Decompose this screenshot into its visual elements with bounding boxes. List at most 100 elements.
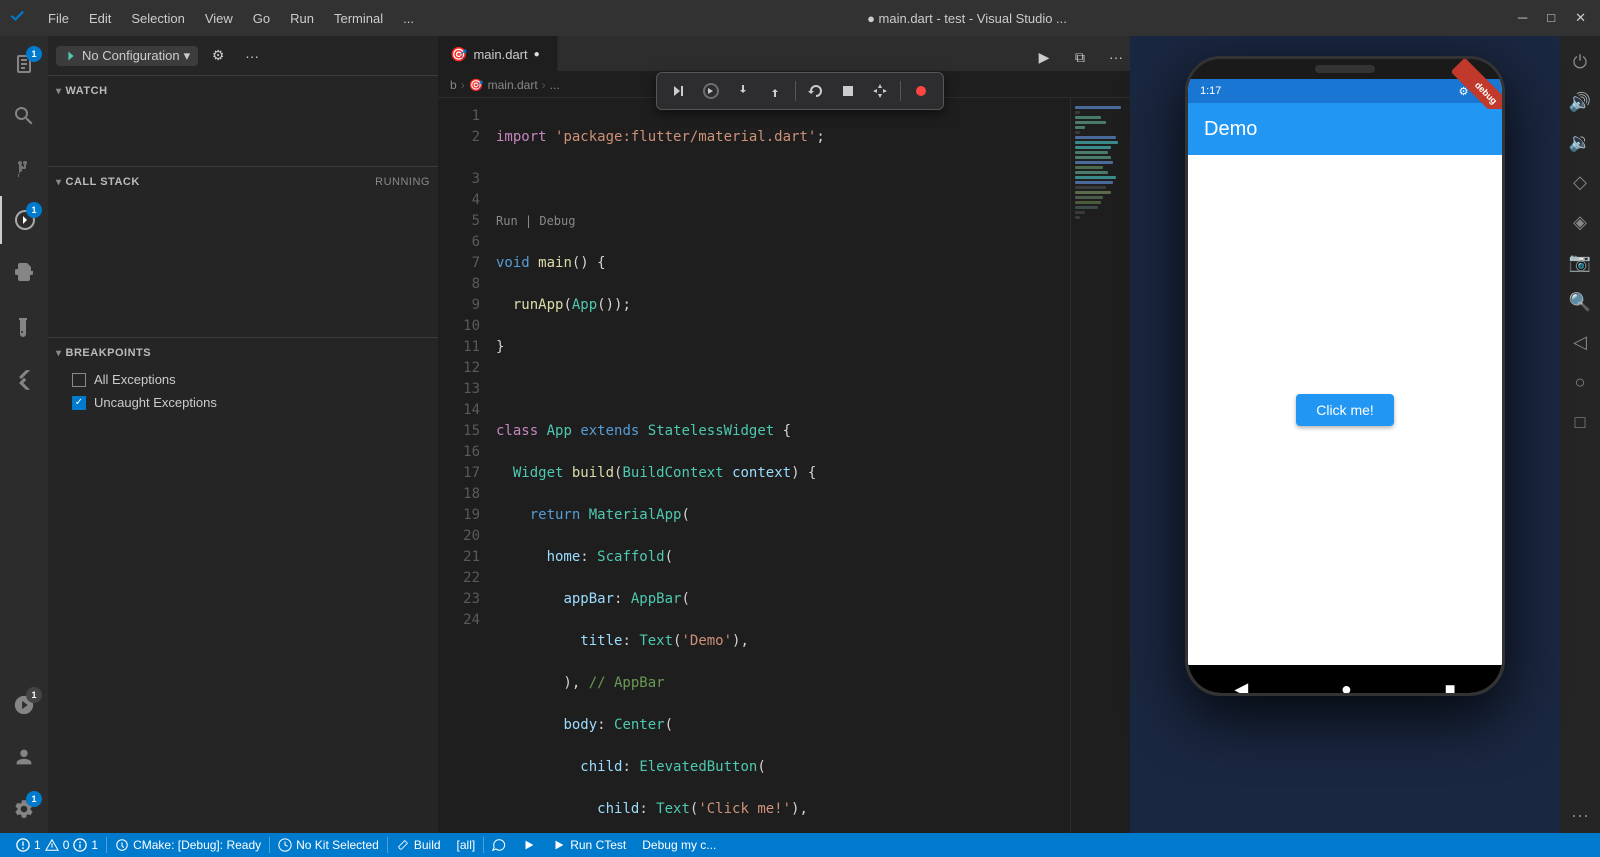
code-line-3: void main() { <box>488 253 1070 274</box>
square-icon[interactable]: □ <box>1562 404 1598 440</box>
step-out-btn[interactable] <box>761 77 789 105</box>
debug-config-selector[interactable]: No Configuration ▾ <box>56 46 198 66</box>
power-icon[interactable]: ⏻ <box>1562 44 1598 80</box>
watch-label: WATCH <box>66 85 108 97</box>
menu-edit[interactable]: Edit <box>81 7 119 30</box>
build-text: Build <box>414 838 441 852</box>
editor-more-btn[interactable]: ··· <box>1102 43 1130 71</box>
remote-icon[interactable]: 1 <box>0 681 48 729</box>
flutter-icon[interactable] <box>0 356 48 404</box>
device-app-bar: Demo <box>1188 103 1502 155</box>
watch-content <box>48 106 438 166</box>
menu-more[interactable]: ... <box>395 7 422 30</box>
info-text: 1 <box>91 838 98 852</box>
no-kit-item[interactable]: No Kit Selected <box>270 833 387 857</box>
zoom-icon[interactable]: 🔍 <box>1562 284 1598 320</box>
run-debug-activity-icon[interactable]: 1 <box>0 196 48 244</box>
dart-icon: 🎯 <box>450 46 467 63</box>
testing-icon[interactable] <box>0 304 48 352</box>
callstack-header[interactable]: ▾ CALL STACK RUNNING <box>48 167 438 197</box>
callstack-label: CALL STACK <box>66 176 140 188</box>
breakpoints-chevron: ▾ <box>56 348 62 359</box>
run-debug-link[interactable]: Run | Debug <box>488 211 1070 232</box>
code-line-16: child: Text('Click me!'), <box>488 799 1070 820</box>
code-line-5: } <box>488 337 1070 358</box>
breakpoints-header[interactable]: ▾ BREAKPOINTS <box>48 338 438 368</box>
stop-btn[interactable] <box>834 77 862 105</box>
menu-go[interactable]: Go <box>245 7 278 30</box>
menu-terminal[interactable]: Terminal <box>326 7 391 30</box>
explorer-icon[interactable]: 1 <box>0 40 48 88</box>
breakpoint-uncaught-exceptions[interactable]: ✓ Uncaught Exceptions <box>48 391 438 414</box>
callstack-chevron: ▾ <box>56 177 62 188</box>
device-body: Click me! <box>1188 155 1502 665</box>
minimize-btn[interactable]: ─ <box>1512 10 1533 26</box>
main-dart-tab[interactable]: 🎯 main.dart ● <box>438 36 558 71</box>
code-line-6 <box>488 379 1070 400</box>
settings-icon[interactable]: 1 <box>0 785 48 833</box>
run-play-item[interactable] <box>514 833 544 857</box>
device-phone: 1:17 ⚙ ◉ ▪ debug Demo C <box>1185 56 1505 696</box>
debug-more-btn[interactable]: ··· <box>238 42 266 70</box>
more-icon[interactable]: ··· <box>1562 797 1598 833</box>
tab-actions: ▶ ⧉ ··· <box>1030 43 1130 71</box>
tab-label: main.dart <box>473 47 527 62</box>
continue-btn[interactable] <box>665 77 693 105</box>
breadcrumb-root[interactable]: b <box>450 78 457 92</box>
hot-reload-btn[interactable] <box>866 77 894 105</box>
maximize-btn[interactable]: □ <box>1541 10 1561 26</box>
menu-run[interactable]: Run <box>282 7 322 30</box>
sidebar: No Configuration ▾ ⚙ ··· ▾ WATCH ▾ CALL … <box>48 36 438 833</box>
cmake-tools-item[interactable] <box>484 833 514 857</box>
eraser-icon[interactable]: ◈ <box>1562 204 1598 240</box>
tab-bar: 🎯 main.dart ● ▶ ⧉ ··· <box>438 36 1130 72</box>
extensions-icon[interactable] <box>0 248 48 296</box>
code-line-14: body: Center( <box>488 715 1070 736</box>
device-click-button[interactable]: Click me! <box>1296 394 1394 426</box>
run-editor-btn[interactable]: ▶ <box>1030 43 1058 71</box>
search-icon[interactable] <box>0 92 48 140</box>
account-icon[interactable] <box>0 733 48 781</box>
back-icon[interactable]: ◁ <box>1562 324 1598 360</box>
code-line-1: import 'package:flutter/material.dart'; <box>488 127 1070 148</box>
all-exceptions-checkbox[interactable] <box>72 373 86 387</box>
uncaught-exceptions-label: Uncaught Exceptions <box>94 395 217 410</box>
nav-recent-icon[interactable]: ■ <box>1445 679 1456 697</box>
all-label-item[interactable]: [all] <box>449 833 484 857</box>
watch-section: ▾ WATCH <box>48 76 438 167</box>
menu-bar: File Edit Selection View Go Run Terminal… <box>40 7 422 30</box>
code-content[interactable]: import 'package:flutter/material.dart'; … <box>488 98 1070 833</box>
window-title: ● main.dart - test - Visual Studio ... <box>434 11 1500 26</box>
restart-btn[interactable] <box>802 77 830 105</box>
breadcrumb-file[interactable]: main.dart <box>488 78 538 92</box>
step-into-btn[interactable] <box>729 77 757 105</box>
breakpoint-all-exceptions[interactable]: All Exceptions <box>48 368 438 391</box>
menu-selection[interactable]: Selection <box>123 7 192 30</box>
menu-file[interactable]: File <box>40 7 77 30</box>
step-over-btn[interactable] <box>697 77 725 105</box>
shape-icon[interactable]: ◇ <box>1562 164 1598 200</box>
volume-icon[interactable]: 🔊 <box>1562 84 1598 120</box>
watch-header[interactable]: ▾ WATCH <box>48 76 438 106</box>
debug-status[interactable]: CMake: [Debug]: Ready <box>107 833 269 857</box>
home-icon[interactable]: ○ <box>1562 364 1598 400</box>
build-item[interactable]: Build <box>388 833 449 857</box>
source-control-icon[interactable] <box>0 144 48 192</box>
volume-down-icon[interactable]: 🔉 <box>1562 124 1598 160</box>
breadcrumb-symbol[interactable]: ... <box>550 78 560 92</box>
debug-settings-btn[interactable]: ⚙ <box>204 42 232 70</box>
run-ctest-item[interactable]: Run CTest <box>544 833 634 857</box>
debug-my-code-item[interactable]: Debug my c... <box>634 833 724 857</box>
record-btn[interactable] <box>907 77 935 105</box>
close-btn[interactable]: ✕ <box>1569 10 1592 26</box>
menu-view[interactable]: View <box>197 7 241 30</box>
camera-icon[interactable]: 📷 <box>1562 244 1598 280</box>
nav-home-icon[interactable]: ● <box>1341 679 1352 697</box>
all-exceptions-label: All Exceptions <box>94 372 176 387</box>
code-editor[interactable]: 1 2 3 4 5 6 7 8 9 10 11 12 13 14 15 16 1… <box>438 98 1130 833</box>
split-editor-btn[interactable]: ⧉ <box>1066 43 1094 71</box>
device-app-title: Demo <box>1204 118 1257 141</box>
uncaught-exceptions-checkbox[interactable]: ✓ <box>72 396 86 410</box>
nav-back-icon[interactable]: ◀ <box>1234 679 1248 697</box>
error-count[interactable]: 1 0 1 <box>8 833 106 857</box>
